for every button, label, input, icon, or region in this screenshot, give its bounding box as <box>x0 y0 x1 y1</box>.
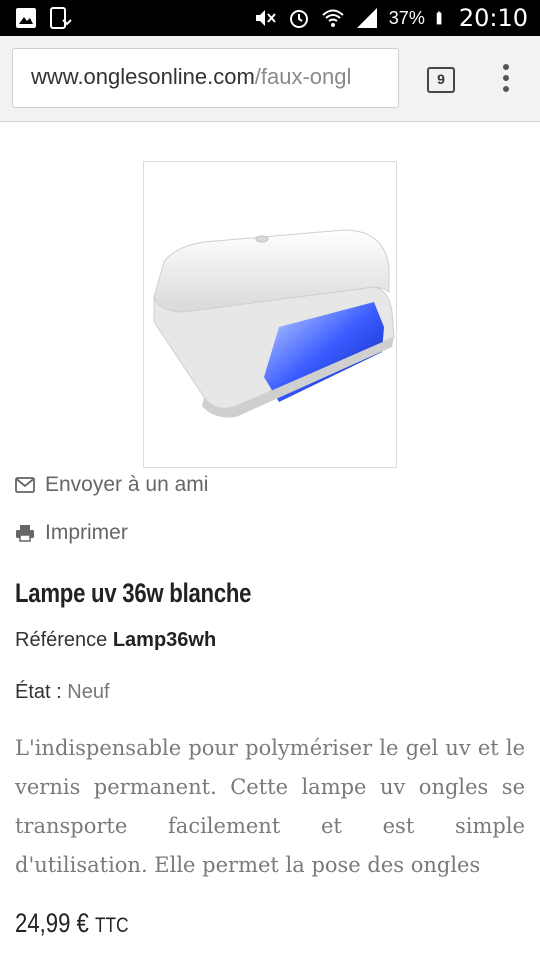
gallery-icon <box>16 8 36 28</box>
address-bar[interactable]: www.onglesonline.com/faux-ongl <box>12 48 399 108</box>
tab-switcher-button[interactable]: 9 <box>427 67 455 93</box>
state-label: État : <box>15 681 62 703</box>
price-suffix: TTC <box>95 914 129 937</box>
reference-value: Lamp36wh <box>112 629 217 651</box>
alarm-icon <box>289 10 308 28</box>
url-path: /faux-ongl <box>254 64 352 89</box>
product-title: Lampe uv 36w blanche <box>15 578 252 608</box>
wifi-icon <box>322 9 344 27</box>
reference-label: Référence <box>15 629 108 651</box>
battery-icon <box>436 11 442 25</box>
url-domain: www.onglesonline.com <box>31 64 255 89</box>
send-to-friend-link[interactable]: Envoyer à un ami <box>15 473 208 497</box>
uv-lamp-image <box>153 229 395 418</box>
state-value: Neuf <box>67 681 110 703</box>
print-link[interactable]: Imprimer <box>15 521 128 545</box>
printer-icon <box>16 525 34 542</box>
envelope-icon <box>15 477 35 493</box>
product-state: État : Neuf <box>15 681 110 704</box>
product-reference: Référence Lamp36wh <box>15 629 216 652</box>
mute-icon <box>255 10 276 26</box>
print-label: Imprimer <box>45 521 128 544</box>
overflow-menu-icon[interactable] <box>494 64 518 98</box>
send-to-friend-label: Envoyer à un ami <box>45 473 209 496</box>
signal-icon <box>356 8 377 28</box>
battery-percent: 37% <box>388 7 425 28</box>
product-price: 24,99 € TTC <box>15 908 129 939</box>
price-value: 24,99 € <box>15 908 89 938</box>
status-bar: 37% 20:10 <box>0 0 540 36</box>
browser-toolbar: www.onglesonline.com/faux-ongl 9 <box>0 36 540 122</box>
clock: 20:10 <box>458 4 528 32</box>
product-image[interactable] <box>143 161 397 468</box>
download-icon <box>50 7 72 29</box>
product-description: L'indispensable pour polymériser le gel … <box>15 736 525 877</box>
